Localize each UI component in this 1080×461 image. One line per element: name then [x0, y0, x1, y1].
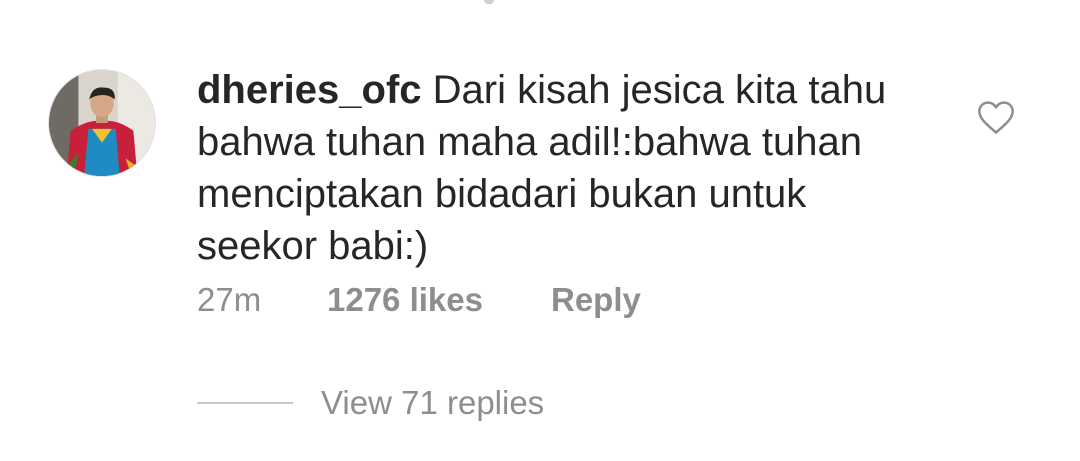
view-replies-button[interactable]: View 71 replies — [197, 383, 544, 423]
avatar-photo — [49, 70, 155, 176]
avatar[interactable] — [48, 69, 156, 177]
reply-button[interactable]: Reply — [551, 281, 641, 319]
comment-thread: dheries_ofc Dari kisah jesica kita tahu … — [0, 0, 1080, 461]
comment-time: 27m — [197, 281, 262, 318]
comment-meta: 27m 1276 likes Reply — [197, 280, 641, 320]
heart-outline-icon[interactable] — [976, 98, 1016, 136]
view-replies-label: View 71 replies — [321, 384, 545, 421]
scroll-edge-marker — [484, 0, 494, 4]
comment-likes-count[interactable]: 1276 likes — [327, 281, 551, 319]
comment-body: dheries_ofc Dari kisah jesica kita tahu … — [197, 64, 937, 272]
comment-username[interactable]: dheries_ofc — [197, 68, 422, 112]
replies-divider — [197, 402, 293, 404]
